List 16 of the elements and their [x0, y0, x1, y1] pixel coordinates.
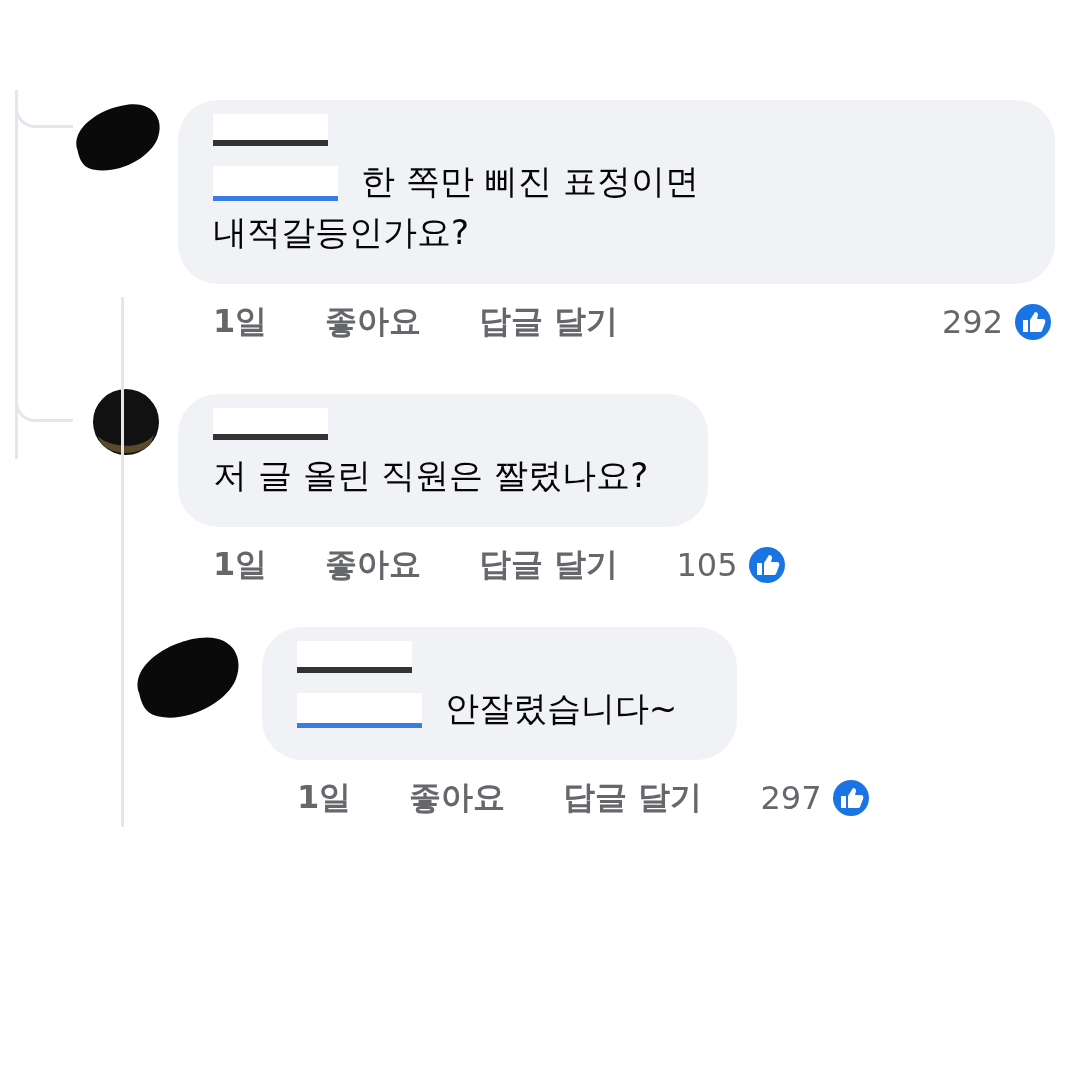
- like-link[interactable]: 좋아요: [325, 300, 422, 344]
- comment-time: 1일: [297, 777, 352, 818]
- comment-time: 1일: [213, 301, 268, 342]
- like-link[interactable]: 좋아요: [325, 543, 422, 587]
- reaction-count: 105: [676, 546, 738, 584]
- like-link[interactable]: 좋아요: [409, 776, 506, 820]
- reply-link[interactable]: 답글 달기: [479, 543, 619, 587]
- avatar[interactable]: [92, 388, 160, 456]
- comment-text: 저 글 올린 직원은 짤렸나요?: [213, 455, 649, 495]
- comment-text: 한 쪽만 삐진 표정이면 내적갈등인가요?: [213, 161, 700, 252]
- comment-text: 안잘렸습니다~: [444, 688, 678, 728]
- reply-link[interactable]: 답글 달기: [563, 776, 703, 820]
- reaction-count: 297: [760, 779, 822, 817]
- reply-link[interactable]: 답글 달기: [479, 300, 619, 344]
- comment-time: 1일: [213, 544, 268, 585]
- reaction-count: 292: [941, 303, 1003, 341]
